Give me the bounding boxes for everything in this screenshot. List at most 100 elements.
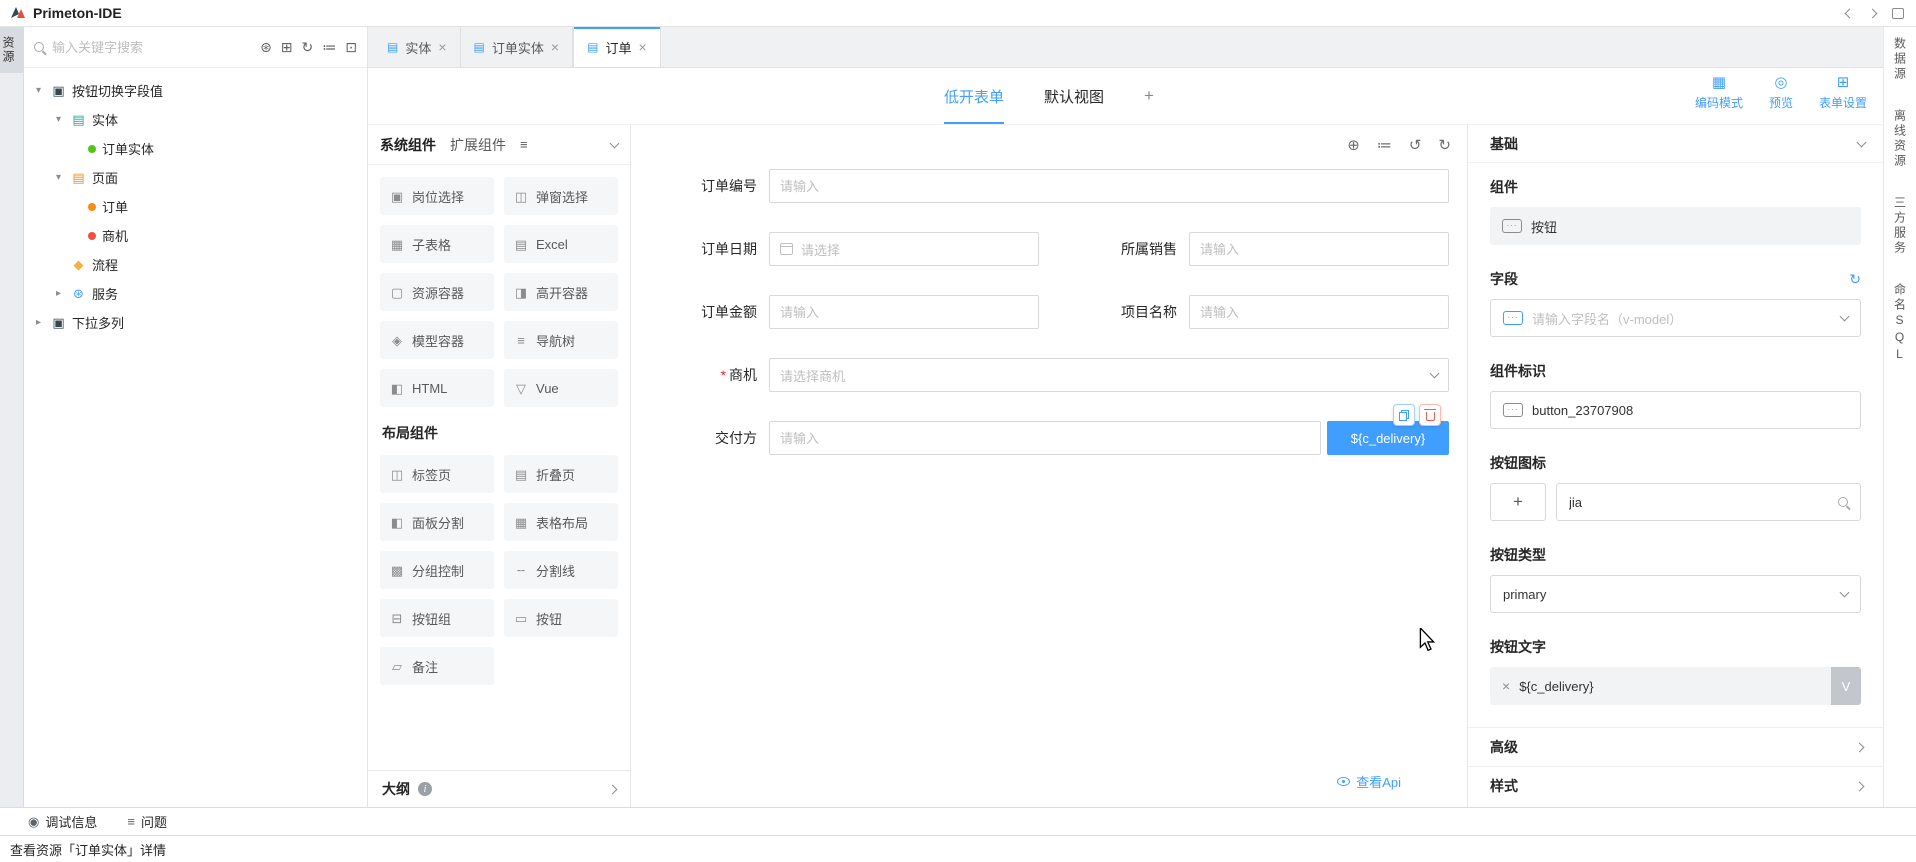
delivery-button-component[interactable]: ${c_delivery} <box>1327 421 1449 455</box>
close-tab-icon[interactable]: × <box>638 40 646 54</box>
close-tab-icon[interactable]: × <box>551 40 559 54</box>
nav-back-icon[interactable] <box>1845 8 1855 18</box>
palette-tab-system[interactable]: 系统组件 <box>380 135 436 155</box>
expander-closed-icon[interactable]: ▸ <box>52 289 65 299</box>
search-icon[interactable] <box>1838 497 1848 507</box>
component-item[interactable]: ◧HTML <box>380 369 494 407</box>
tab-order[interactable]: ▤ 订单 × <box>573 27 661 67</box>
page-status-dot <box>88 203 96 211</box>
section-advanced[interactable]: 高级 <box>1468 727 1883 766</box>
component-item[interactable]: ▩分组控制 <box>380 551 494 589</box>
component-item[interactable]: ▦子表格 <box>380 225 494 263</box>
expander-open-icon[interactable]: ▾ <box>32 86 45 96</box>
close-tab-icon[interactable]: × <box>438 40 446 54</box>
new-resource-icon[interactable]: ⊞ <box>281 40 293 54</box>
button-text-field[interactable]: × ${c_delivery} V <box>1490 667 1861 705</box>
tree-item-entity-group[interactable]: ▾ ▤ 实体 <box>24 105 367 134</box>
tab-entity[interactable]: ▤ 实体 × <box>374 27 461 67</box>
tree-item-order-page[interactable]: 订单 <box>24 192 367 221</box>
tab-order-entity[interactable]: ▤ 订单实体 × <box>461 27 574 67</box>
expander-closed-icon[interactable]: ▸ <box>32 318 45 328</box>
form-canvas[interactable]: ⊕ ≔ ↺ ↻ 订单编号 订单日期 <box>631 125 1467 807</box>
palette-collapse-icon[interactable] <box>610 138 620 148</box>
delivery-party-input[interactable] <box>769 421 1321 455</box>
tree-item-root[interactable]: ▾ ▣ 按钮切换字段值 <box>24 76 367 105</box>
expander-open-icon[interactable]: ▾ <box>52 115 65 125</box>
expander-open-icon[interactable]: ▾ <box>52 173 65 183</box>
opportunity-select[interactable]: 请选择商机 <box>769 358 1449 392</box>
button-type-select[interactable]: primary <box>1490 575 1861 613</box>
field-binding-select[interactable]: ··· 请输入字段名（v-model） <box>1490 299 1861 337</box>
panel-tab-third-party-services[interactable]: 三方服务 <box>1892 196 1909 256</box>
tree-item-dropdown-multi[interactable]: ▸ ▣ 下拉多列 <box>24 308 367 337</box>
panel-tab-datasource[interactable]: 数据源 <box>1892 37 1909 82</box>
order-amount-input[interactable] <box>769 295 1039 329</box>
outline-section[interactable]: 大纲 i <box>368 770 630 807</box>
project-name-input[interactable] <box>1189 295 1449 329</box>
order-number-input[interactable] <box>769 169 1449 203</box>
component-item[interactable]: ◈模型容器 <box>380 321 494 359</box>
undo-icon[interactable]: ↺ <box>1409 138 1422 153</box>
locate-icon[interactable]: ⊡ <box>345 40 357 54</box>
form-settings-button[interactable]: ⊞ 表单设置 <box>1819 75 1867 111</box>
tree-item-order-entity[interactable]: 订单实体 <box>24 134 367 163</box>
code-mode-button[interactable]: ▦ 编码模式 <box>1695 75 1743 111</box>
component-item[interactable]: ▣岗位选择 <box>380 177 494 215</box>
sort-icon[interactable]: ≔ <box>322 40 336 54</box>
mouse-cursor <box>1418 628 1436 652</box>
variable-suffix-button[interactable]: V <box>1831 667 1861 705</box>
refresh-icon[interactable]: ↻ <box>302 40 314 54</box>
window-layout-icon[interactable] <box>1892 8 1904 19</box>
view-tab-lowcode-form[interactable]: 低开表单 <box>944 68 1004 124</box>
copy-component-button[interactable] <box>1393 404 1415 426</box>
tab-label: 订单实体 <box>492 38 544 57</box>
debug-info-button[interactable]: ◉ 调试信息 <box>28 812 97 831</box>
search-input[interactable] <box>52 40 252 55</box>
component-item[interactable]: ▭按钮 <box>504 599 618 637</box>
plus-icon-button[interactable]: + <box>1490 483 1546 521</box>
component-item[interactable]: ▢资源容器 <box>380 273 494 311</box>
component-item[interactable]: ▤Excel <box>504 225 618 263</box>
preview-button[interactable]: ◎ 预览 <box>1769 75 1793 111</box>
tree-item-page-group[interactable]: ▾ ▤ 页面 <box>24 163 367 192</box>
tree-item-service[interactable]: ▸ ⊛ 服务 <box>24 279 367 308</box>
component-item[interactable]: ◨高开容器 <box>504 273 618 311</box>
panel-tab-resources[interactable]: 资源 <box>0 27 23 73</box>
component-item[interactable]: ▱备注 <box>380 647 494 685</box>
component-item[interactable]: ≡导航树 <box>504 321 618 359</box>
section-basic[interactable]: 基础 <box>1468 125 1883 163</box>
component-id-input[interactable]: ··· button_23707908 <box>1490 391 1861 429</box>
redo-icon[interactable]: ↻ <box>1438 138 1451 153</box>
add-view-button[interactable]: + <box>1144 86 1154 106</box>
button-icon-input-wrap[interactable] <box>1556 483 1861 521</box>
section-style[interactable]: 样式 <box>1468 766 1883 805</box>
palette-menu-icon[interactable]: ≡ <box>520 137 528 152</box>
component-item[interactable]: ▦表格布局 <box>504 503 618 541</box>
ai-assist-icon[interactable]: ⊛ <box>260 40 272 54</box>
problems-button[interactable]: ≡ 问题 <box>127 812 167 831</box>
component-item[interactable]: ◫标签页 <box>380 455 494 493</box>
component-item[interactable]: ◫弹窗选择 <box>504 177 618 215</box>
component-item[interactable]: ▽Vue <box>504 369 618 407</box>
component-item[interactable]: ╌分割线 <box>504 551 618 589</box>
panel-tab-named-sql[interactable]: 命名SQL <box>1892 283 1909 364</box>
remove-tag-icon[interactable]: × <box>1502 679 1510 693</box>
order-date-picker[interactable]: 请选择 <box>769 232 1039 266</box>
panel-tab-offline-resources[interactable]: 离线资源 <box>1892 109 1909 169</box>
component-item[interactable]: ◧面板分割 <box>380 503 494 541</box>
tree-item-opportunity-page[interactable]: 商机 <box>24 221 367 250</box>
language-icon[interactable]: ⊕ <box>1347 138 1360 153</box>
view-api-link[interactable]: 查看Api <box>1337 772 1401 791</box>
delete-component-button[interactable] <box>1419 404 1441 426</box>
component-item[interactable]: ▤折叠页 <box>504 455 618 493</box>
nav-forward-icon[interactable] <box>1868 8 1878 18</box>
outline-list-icon[interactable]: ≔ <box>1377 138 1392 153</box>
tree-label: 页面 <box>92 168 118 187</box>
refresh-field-icon[interactable]: ↻ <box>1849 272 1861 286</box>
component-item[interactable]: ⊟按钮组 <box>380 599 494 637</box>
palette-tab-extended[interactable]: 扩展组件 <box>450 135 506 155</box>
button-icon-input[interactable] <box>1569 495 1830 510</box>
tree-item-process[interactable]: ◆ 流程 <box>24 250 367 279</box>
view-tab-default-view[interactable]: 默认视图 <box>1044 68 1104 124</box>
sales-owner-input[interactable] <box>1189 232 1449 266</box>
